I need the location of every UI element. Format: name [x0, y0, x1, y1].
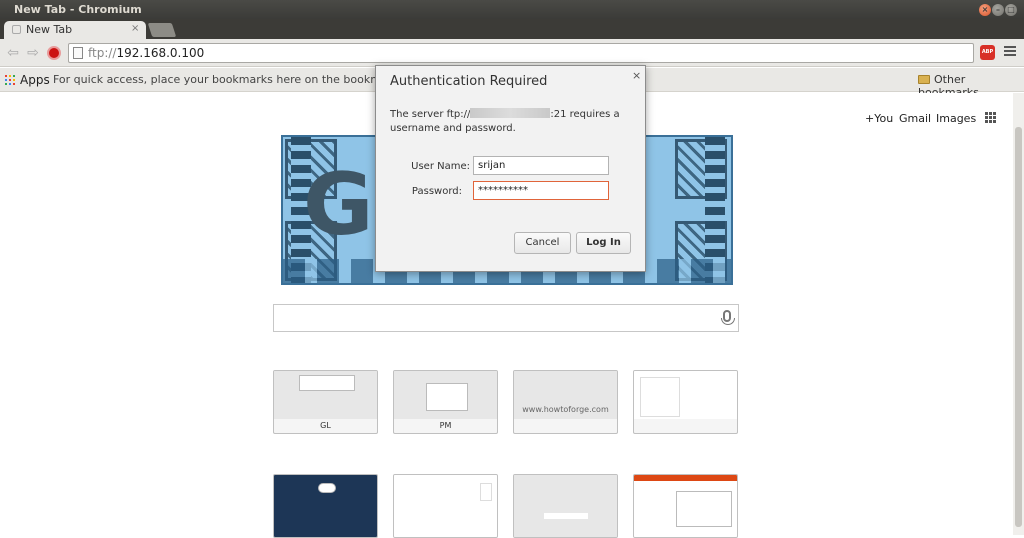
tile-thumbnail — [274, 371, 377, 419]
most-visited-tile[interactable]: www.howtoforge.com — [513, 370, 618, 434]
tab-label: New Tab — [26, 23, 73, 36]
page-icon — [12, 25, 21, 34]
bookmarks-hint-text: For quick access, place your bookmarks h… — [53, 73, 375, 86]
window-minimize-button[interactable]: – — [992, 4, 1004, 16]
most-visited-tile[interactable] — [273, 474, 378, 538]
dialog-close-icon[interactable]: × — [632, 69, 641, 82]
tile-thumbnail — [634, 475, 737, 537]
tab-close-icon[interactable]: × — [131, 23, 139, 34]
menu-icon[interactable] — [1004, 46, 1016, 58]
address-bar[interactable]: ftp://192.168.0.100 — [68, 43, 974, 63]
password-input[interactable] — [473, 181, 609, 200]
password-label: Password: — [411, 186, 462, 197]
most-visited-tile[interactable]: PM — [393, 370, 498, 434]
tile-thumbnail — [394, 371, 497, 419]
title-bar: New Tab - Chromium × – □ — [0, 0, 1024, 19]
microphone-icon[interactable] — [721, 310, 735, 325]
tile-thumbnail — [394, 475, 497, 537]
tile-thumbnail — [634, 371, 737, 419]
images-link[interactable]: Images — [936, 112, 976, 125]
auth-dialog: Authentication Required × The server ftp… — [375, 65, 646, 272]
adblock-icon[interactable]: ABP — [980, 45, 995, 60]
back-arrow-icon[interactable]: ⇦ — [4, 44, 22, 62]
browser-toolbar: ⇦ ⇨ ftp://192.168.0.100 ABP — [0, 39, 1024, 67]
username-label: User Name: — [411, 161, 470, 172]
window-close-button[interactable]: × — [979, 4, 991, 16]
gmail-link[interactable]: Gmail — [899, 112, 931, 125]
apps-shortcut[interactable]: Apps — [20, 73, 50, 87]
window-maximize-button[interactable]: □ — [1005, 4, 1017, 16]
forward-arrow-icon[interactable]: ⇨ — [24, 44, 42, 62]
url-text: ftp://192.168.0.100 — [88, 46, 205, 60]
scrollbar-thumb[interactable] — [1015, 127, 1022, 527]
most-visited-tile[interactable] — [513, 474, 618, 538]
most-visited-tile[interactable] — [393, 474, 498, 538]
tile-thumbnail — [514, 475, 617, 537]
tile-thumbnail — [274, 475, 377, 537]
most-visited-tile[interactable]: GL — [273, 370, 378, 434]
google-apps-icon[interactable] — [985, 112, 997, 124]
tile-caption: PM — [439, 421, 452, 430]
page-icon — [73, 47, 83, 59]
stop-loading-button[interactable] — [47, 46, 61, 60]
plus-you-link[interactable]: +You — [865, 112, 893, 125]
window-title: New Tab - Chromium — [14, 3, 142, 16]
google-search-input[interactable] — [273, 304, 739, 332]
tile-thumbnail: www.howtoforge.com — [514, 371, 617, 419]
redacted-host — [470, 108, 551, 118]
apps-grid-icon[interactable] — [5, 75, 15, 85]
tab-new-tab[interactable]: New Tab × — [4, 21, 146, 39]
username-input[interactable] — [473, 156, 609, 175]
most-visited-tile[interactable] — [633, 370, 738, 434]
tab-strip: New Tab × — [0, 19, 1024, 39]
cancel-button[interactable]: Cancel — [514, 232, 571, 254]
folder-icon — [918, 75, 930, 84]
new-tab-button[interactable] — [147, 23, 177, 37]
tile-caption: GL — [320, 421, 331, 430]
scrollbar[interactable] — [1013, 93, 1024, 535]
tile-site-text: www.howtoforge.com — [522, 405, 609, 414]
most-visited-tile[interactable] — [633, 474, 738, 538]
dialog-message: The server ftp://:21 requires a username… — [390, 108, 620, 134]
dialog-title: Authentication Required — [390, 74, 548, 89]
log-in-button[interactable]: Log In — [576, 232, 631, 254]
